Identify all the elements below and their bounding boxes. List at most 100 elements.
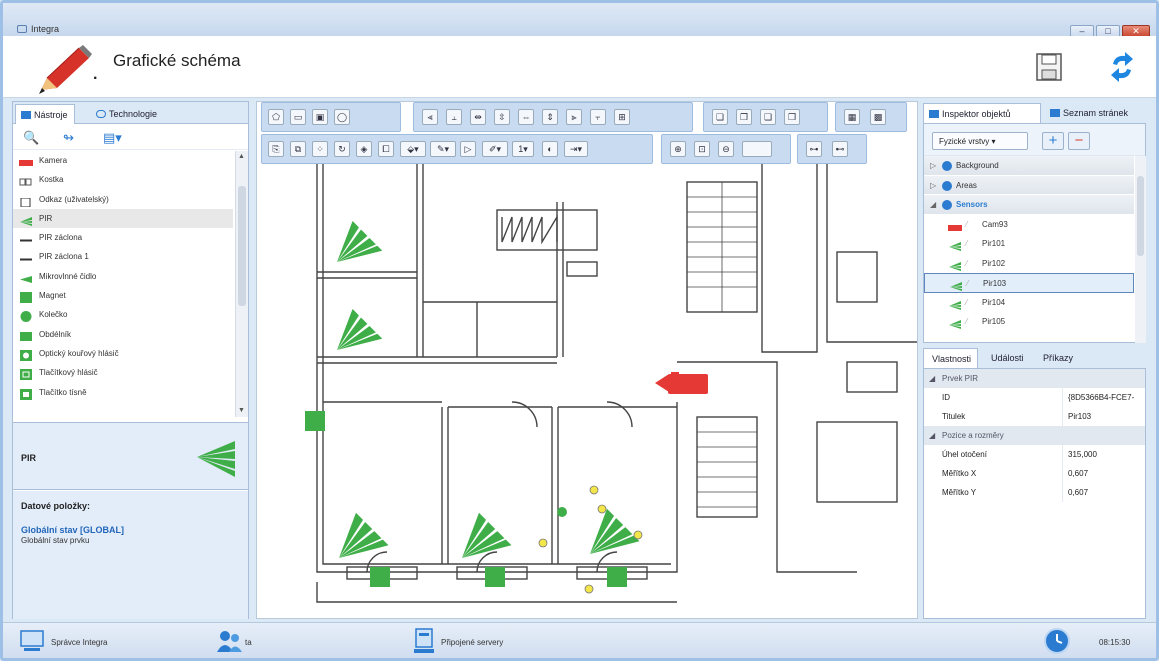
bring-forward-icon[interactable]: ❑: [760, 109, 776, 125]
zoom-fit-icon[interactable]: ⊡: [694, 141, 710, 157]
property-value[interactable]: {8D5366B4-FCE7-: [1068, 388, 1134, 407]
line-width-select[interactable]: 1▾: [512, 141, 534, 157]
tab-commands[interactable]: Příkazy: [1035, 348, 1079, 368]
fill-icon[interactable]: ◈: [356, 141, 372, 157]
bring-front-icon[interactable]: ❏: [712, 109, 728, 125]
visibility-icon[interactable]: ⁄: [966, 312, 967, 331]
property-value[interactable]: 0,607: [1068, 483, 1088, 502]
property-value[interactable]: 315,000: [1068, 445, 1097, 464]
tool-list-item[interactable]: Kamera: [13, 151, 233, 170]
tool-list-item[interactable]: PIR záclona 1: [13, 247, 233, 266]
visibility-icon[interactable]: ⁄: [966, 215, 967, 234]
tool-list-item[interactable]: Odkaz (uživatelský): [13, 190, 233, 209]
rotate-icon[interactable]: ↻: [334, 141, 350, 157]
find-next-icon[interactable]: ⊷: [832, 141, 848, 157]
align-center-v-icon[interactable]: ⇳: [494, 109, 510, 125]
polygon-tool-icon[interactable]: ⬠: [268, 109, 284, 125]
tree-item[interactable]: ⁄ Pir102: [924, 254, 1134, 274]
ellipse-tool-icon[interactable]: ◯: [334, 109, 350, 125]
document-dropdown-icon[interactable]: ▤▾: [103, 130, 122, 146]
align-left-icon[interactable]: ⫷: [422, 109, 438, 125]
tab-properties[interactable]: Vlastnosti: [923, 348, 979, 368]
align-center-h-icon[interactable]: ⇹: [470, 109, 486, 125]
align-top-icon[interactable]: ⫟: [590, 109, 606, 125]
distribute-h-icon[interactable]: ⇔: [518, 109, 534, 125]
visibility-icon[interactable]: ⁄: [966, 234, 967, 253]
property-row[interactable]: Úhel otočení 315,000: [924, 445, 1145, 464]
object-tree-scrollbar[interactable]: [1135, 156, 1146, 343]
center-icon[interactable]: ⊞: [614, 109, 630, 125]
tool-list-item[interactable]: Tlačítko tísně: [13, 383, 233, 402]
collapse-arrow-icon[interactable]: ◢: [930, 195, 936, 214]
collapse-arrow-icon[interactable]: ◢: [929, 369, 935, 388]
zoom-in-icon[interactable]: ⊕: [670, 141, 686, 157]
tree-group[interactable]: ◢ Sensors: [924, 195, 1134, 215]
tree-item[interactable]: ⁄ Pir104: [924, 293, 1134, 313]
send-backward-icon[interactable]: ❒: [784, 109, 800, 125]
tool-list-item[interactable]: Obdélník: [13, 325, 233, 344]
shadow-icon[interactable]: ◐: [542, 141, 558, 157]
property-row[interactable]: ID {8D5366B4-FCE7-: [924, 388, 1145, 407]
property-row[interactable]: Měřítko Y 0,607: [924, 483, 1145, 502]
find-icon[interactable]: ⊶: [806, 141, 822, 157]
snap-grid-icon[interactable]: ▦: [844, 109, 860, 125]
arrow-style-icon[interactable]: ▷: [460, 141, 476, 157]
image-tool-icon[interactable]: ▣: [312, 109, 328, 125]
property-value[interactable]: Pir103: [1068, 407, 1091, 426]
tool-list-item[interactable]: Optický kouřový hlásič: [13, 344, 233, 363]
expand-arrow-icon[interactable]: ▷: [930, 156, 936, 175]
fill-color-icon[interactable]: ⬙▾: [400, 141, 426, 157]
zoom-level-field[interactable]: [742, 141, 772, 157]
zoom-out-icon[interactable]: ⊖: [718, 141, 734, 157]
grid-toggle-icon[interactable]: ▩: [870, 109, 886, 125]
tool-list-item[interactable]: Kostka: [13, 170, 233, 189]
property-row[interactable]: Titulek Pir103: [924, 407, 1145, 426]
tool-list-item[interactable]: PIR: [13, 208, 233, 229]
search-icon[interactable]: 🔍: [23, 130, 39, 146]
align-right-icon[interactable]: ⫸: [566, 109, 582, 125]
tree-group[interactable]: ▷ Background: [924, 156, 1134, 176]
visibility-icon[interactable]: ⁄: [967, 274, 968, 293]
tab-events[interactable]: Události: [983, 348, 1030, 368]
tab-page-list[interactable]: Seznam stránek: [1045, 103, 1134, 123]
tree-item[interactable]: ⁄ Pir103: [924, 273, 1134, 293]
floorplan-canvas[interactable]: ⬠ ▭ ▣ ◯ ⫷ ⫠ ⇹ ⇳ ⇔ ⇕ ⫸ ⫟ ⊞ ❏ ❐ ❑ ❒ ▦ ▩ ⎘ …: [256, 101, 918, 619]
visibility-icon[interactable]: ⁄: [966, 254, 967, 273]
tree-group[interactable]: ▷ Areas: [924, 175, 1134, 195]
tree-item[interactable]: ⁄ Cam93: [924, 215, 1134, 235]
servers-label[interactable]: Připojené servery: [441, 638, 503, 647]
link-tool-icon[interactable]: ↬: [63, 130, 74, 146]
tool-list-item[interactable]: PIR záclona: [13, 228, 233, 247]
tool-list-item[interactable]: Mikrovlnné čidlo: [13, 267, 233, 286]
global-state-link[interactable]: Globální stav [GLOBAL]: [21, 525, 124, 535]
distribute-v-icon[interactable]: ⇕: [542, 109, 558, 125]
tab-technology[interactable]: Technologie: [91, 104, 163, 124]
tree-item[interactable]: ⁄ Pir105: [924, 312, 1134, 332]
copy-icon[interactable]: ⎘: [268, 141, 284, 157]
remove-layer-button[interactable]: −: [1068, 132, 1090, 150]
tool-list-item[interactable]: Magnet: [13, 286, 233, 305]
tab-tools[interactable]: Nástroje: [15, 104, 75, 124]
tab-object-inspector[interactable]: Inspektor objektů: [923, 103, 1041, 123]
refresh-icon[interactable]: [1107, 50, 1137, 84]
line-width-icon[interactable]: ✐▾: [482, 141, 508, 157]
line-color-icon[interactable]: ✎▾: [430, 141, 456, 157]
group-icon[interactable]: ⧠: [378, 141, 394, 157]
tool-list-item[interactable]: Tlačítkový hlásič: [13, 363, 233, 382]
save-icon[interactable]: [1034, 50, 1064, 84]
align-bottom-icon[interactable]: ⫠: [446, 109, 462, 125]
tool-list-scrollbar[interactable]: ▲ ▼: [235, 151, 248, 417]
send-back-icon[interactable]: ❐: [736, 109, 752, 125]
rect-tool-icon[interactable]: ▭: [290, 109, 306, 125]
tree-item[interactable]: ⁄ Pir101: [924, 234, 1134, 254]
property-category[interactable]: ◢ Prvek PIR: [924, 369, 1145, 388]
collapse-arrow-icon[interactable]: ◢: [929, 426, 935, 445]
layer-select[interactable]: Fyzické vrstvy ▾: [932, 132, 1028, 150]
property-row[interactable]: Měřítko X 0,607: [924, 464, 1145, 483]
expand-arrow-icon[interactable]: ▷: [930, 176, 936, 195]
arrow-end-icon[interactable]: ⇥▾: [564, 141, 588, 157]
paste-icon[interactable]: ⧉: [290, 141, 306, 157]
property-value[interactable]: 0,607: [1068, 464, 1088, 483]
add-layer-button[interactable]: +: [1042, 132, 1064, 150]
node-edit-icon[interactable]: ⁘: [312, 141, 328, 157]
